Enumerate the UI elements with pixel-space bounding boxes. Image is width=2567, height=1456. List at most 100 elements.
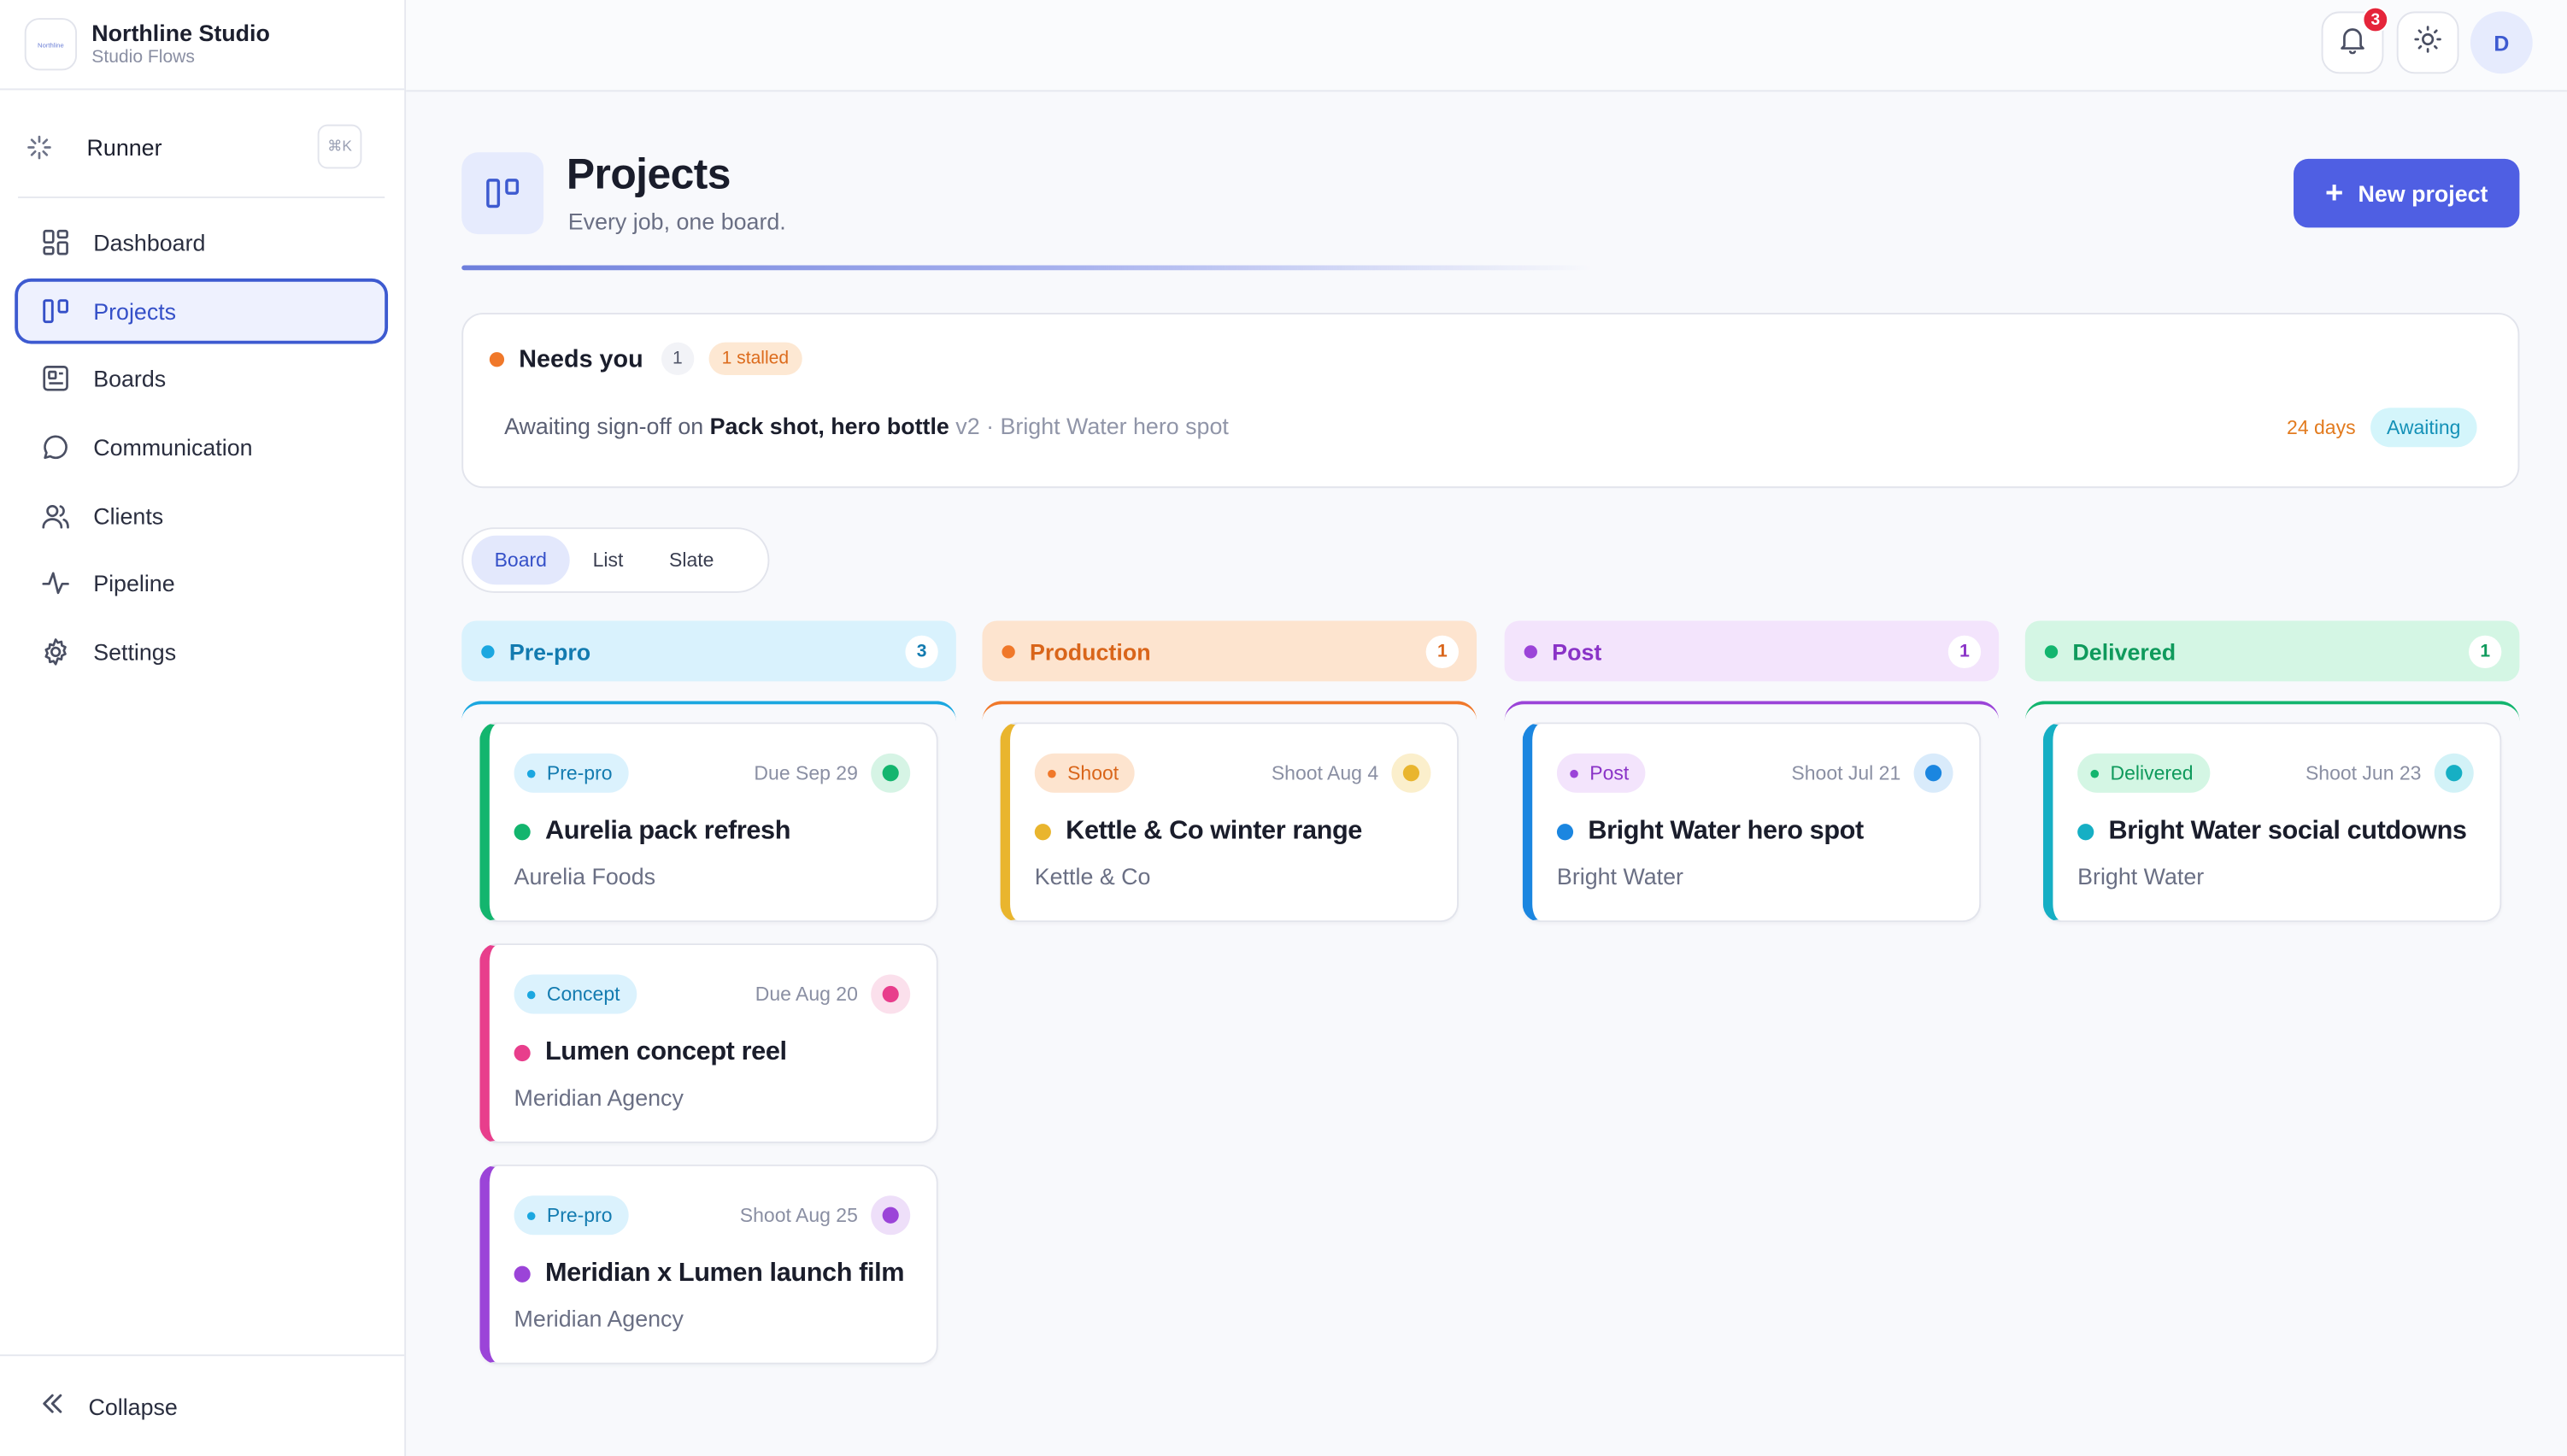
sidebar-item-projects[interactable]: Projects (15, 278, 389, 343)
sidebar-item-communication[interactable]: Communication (15, 414, 388, 480)
project-color-dot (514, 1044, 531, 1062)
sidebar-item-label: Projects (93, 297, 177, 324)
assignee-avatar (1391, 753, 1431, 793)
card-client: Bright Water (1556, 863, 1683, 889)
column-accent (2024, 701, 2520, 722)
sun-icon (2413, 24, 2442, 62)
column-accent (461, 701, 956, 722)
card-date: Shoot Jun 23 (2305, 761, 2422, 785)
project-card[interactable]: Pre-pro Due Sep 29 Aurelia pack refresh … (479, 722, 938, 923)
new-project-label: New project (2358, 179, 2488, 207)
collapse-label: Collapse (88, 1393, 178, 1419)
column-count-badge: 1 (1947, 635, 1982, 669)
card-client: Meridian Agency (514, 1083, 684, 1111)
shortcut-badge: ⌘K (317, 124, 362, 169)
sidebar-item-dashboard[interactable]: Dashboard (15, 209, 388, 275)
needs-item-row[interactable]: Awaiting sign-off on Pack shot, hero bot… (504, 413, 1229, 439)
brand-logo: Northline (24, 18, 78, 71)
gear-icon (41, 637, 70, 667)
notification-count-badge: 3 (2362, 6, 2389, 33)
column-accent (1504, 701, 2000, 722)
needs-item-name[interactable]: Pack shot, hero bottle (710, 413, 949, 439)
project-card[interactable]: Shoot Shoot Aug 4 Kettle & Co winter ran… (1000, 722, 1459, 923)
card-title: Meridian x Lumen launch film (544, 1259, 905, 1288)
card-client: Bright Water (2077, 863, 2205, 889)
board-column-delivered: Delivered 1 (2024, 620, 2520, 722)
user-avatar[interactable]: D (2470, 11, 2533, 74)
sidebar-item-label: Boards (93, 366, 167, 392)
card-date: Shoot Aug 25 (739, 1203, 858, 1227)
sidebar-item-label: Settings (93, 638, 177, 666)
project-card[interactable]: Concept Due Aug 20 Lumen concept reel Me… (479, 943, 938, 1143)
needs-status-dot (489, 351, 505, 367)
card-date: Shoot Aug 4 (1271, 761, 1379, 785)
spinner-icon (23, 131, 56, 163)
sidebar-divider (18, 197, 385, 198)
board-column-prepro: Pre-pro 3 (461, 620, 956, 722)
column-title: Delivered (2072, 637, 2176, 665)
card-title: Aurelia pack refresh (544, 817, 791, 846)
users-icon (41, 501, 70, 531)
needs-item-separator: · (986, 413, 995, 439)
page-title: Projects (566, 149, 731, 198)
dashboard-icon (41, 227, 70, 257)
card-title: Lumen concept reel (544, 1038, 787, 1066)
sidebar-item-label: Dashboard (93, 229, 206, 256)
column-header: Delivered 1 (2024, 620, 2520, 682)
notifications-button[interactable]: 3 (2321, 6, 2389, 74)
bell-icon (2338, 24, 2367, 62)
theme-toggle-button[interactable] (2396, 11, 2459, 74)
boards-icon (41, 364, 70, 394)
column-dot (1524, 644, 1537, 658)
sidebar-item-boards[interactable]: Boards (15, 346, 388, 412)
column-count-badge: 1 (2469, 635, 2502, 669)
view-tab-slate[interactable]: Slate (646, 536, 737, 585)
sidebar-item-label: Pipeline (93, 570, 175, 597)
assignee-avatar (2434, 753, 2474, 793)
needs-item-age: 24 days (2287, 415, 2356, 439)
runner-button[interactable]: Runner ⌘K (23, 124, 362, 171)
chevrons-left-icon (39, 1390, 66, 1421)
view-tab-list[interactable]: List (570, 536, 646, 585)
card-title: Kettle & Co winter range (1066, 817, 1362, 846)
projects-icon (41, 296, 70, 326)
card-title: Bright Water social cutdowns (2108, 817, 2467, 846)
page-subtitle: Every job, one board. (567, 208, 786, 235)
stage-tag: Post (1556, 753, 1646, 793)
sidebar-item-pipeline[interactable]: Pipeline (15, 551, 388, 617)
needs-you-panel: Needs you 1 1 stalled Awaiting sign-off … (461, 313, 2520, 489)
view-tab-board[interactable]: Board (471, 535, 570, 585)
column-title: Post (1552, 637, 1602, 665)
sidebar-item-label: Communication (93, 434, 253, 461)
project-color-dot (1034, 824, 1051, 841)
needs-item-version: v2 (955, 413, 980, 439)
card-client: Aurelia Foods (514, 863, 656, 889)
column-accent (982, 701, 1477, 722)
sidebar-item-settings[interactable]: Settings (15, 619, 388, 685)
stage-tag: Pre-pro (514, 753, 629, 793)
project-color-dot (514, 1265, 531, 1283)
project-color-dot (514, 824, 531, 841)
project-card[interactable]: Delivered Shoot Jun 23 Bright Water soci… (2042, 722, 2502, 923)
card-client: Meridian Agency (514, 1305, 684, 1332)
card-client: Kettle & Co (1034, 863, 1151, 889)
project-card[interactable]: Pre-pro Shoot Aug 25 Meridian x Lumen la… (479, 1164, 938, 1365)
brand-name: Northline Studio (91, 20, 270, 46)
assignee-avatar (1913, 753, 1953, 793)
assignee-avatar (871, 753, 911, 793)
sidebar-item-clients[interactable]: Clients (15, 483, 388, 549)
brand-subtitle: Studio Flows (91, 47, 195, 68)
project-color-dot (2077, 824, 2094, 841)
column-dot (481, 644, 495, 658)
collapse-button[interactable]: Collapse (0, 1354, 405, 1456)
plus-icon: + (2324, 176, 2344, 211)
column-dot (2044, 644, 2059, 658)
board-column-post: Post 1 (1504, 620, 2000, 722)
project-card[interactable]: Post Shoot Jul 21 Bright Water hero spot… (1522, 722, 1982, 923)
needs-you-title: Needs you (519, 344, 643, 373)
stage-tag: Pre-pro (514, 1195, 629, 1236)
stage-tag: Concept (514, 974, 637, 1014)
new-project-button[interactable]: + New project (2294, 158, 2520, 228)
sidebar: Northline Northline Studio Studio Flows … (0, 0, 407, 1456)
assignee-avatar (871, 974, 911, 1014)
